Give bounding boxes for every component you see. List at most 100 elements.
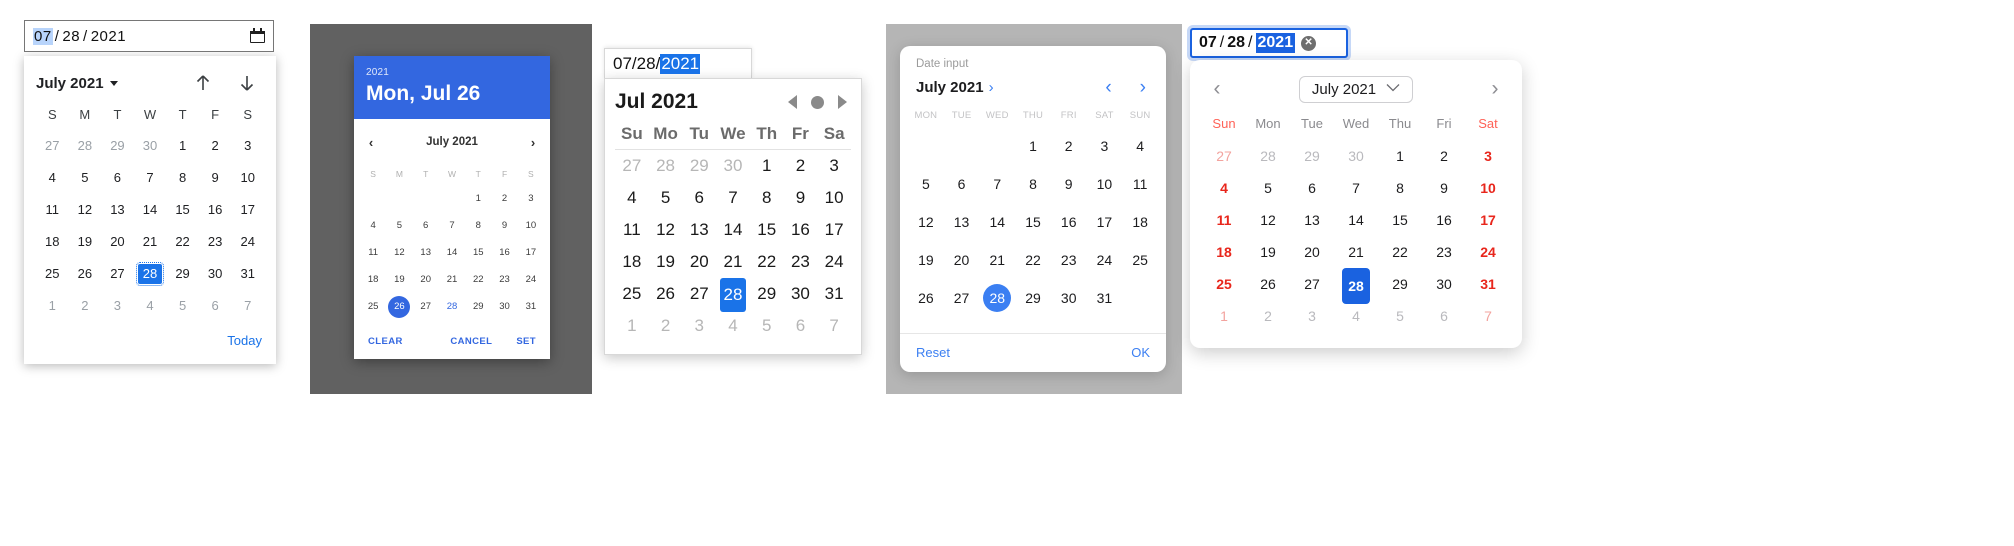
day-cell[interactable]: 6 (682, 182, 716, 214)
day-cell[interactable]: 30 (1051, 279, 1087, 317)
day-cell[interactable]: 15 (166, 194, 199, 226)
day-cell[interactable]: 7 (716, 182, 750, 214)
day-cell[interactable]: 7 (979, 165, 1015, 203)
day-cell[interactable]: 9 (491, 212, 517, 239)
day-cell[interactable]: 11 (1122, 165, 1158, 203)
day-cell[interactable]: 20 (101, 226, 134, 258)
day-cell[interactable]: 27 (36, 130, 69, 162)
day-cell[interactable]: 10 (1087, 165, 1123, 203)
day-cell[interactable]: 3 (518, 185, 544, 212)
day-cell[interactable]: 8 (1015, 165, 1051, 203)
day-cell[interactable]: 25 (1122, 241, 1158, 279)
arrow-down-icon[interactable] (236, 72, 258, 94)
day-cell[interactable]: 1 (36, 290, 69, 322)
day-cell[interactable]: 4 (1334, 300, 1378, 332)
day-cell-selected[interactable]: 28 (134, 258, 167, 290)
safari-date-input[interactable]: 07 / 28 / 2021 ✕ (1190, 28, 1348, 58)
day-cell[interactable]: 16 (1051, 203, 1087, 241)
day-cell[interactable]: 6 (1422, 300, 1466, 332)
ios-month-label[interactable]: July 2021 (916, 79, 984, 96)
day-cell[interactable]: 20 (413, 266, 439, 293)
day-cell[interactable]: 7 (817, 310, 851, 342)
chevron-right-icon[interactable]: › (526, 135, 540, 150)
day-cell[interactable]: 14 (439, 239, 465, 266)
day-cell[interactable]: 5 (69, 162, 102, 194)
day-cell[interactable]: 10 (518, 212, 544, 239)
safari-month-segment[interactable]: 07 (1199, 34, 1217, 52)
day-cell[interactable]: 29 (750, 278, 784, 310)
day-cell[interactable]: 4 (1122, 127, 1158, 165)
day-cell[interactable]: 23 (491, 266, 517, 293)
day-cell[interactable]: 22 (1378, 236, 1422, 268)
arrow-up-icon[interactable] (192, 72, 214, 94)
day-cell[interactable]: 29 (1015, 279, 1051, 317)
day-cell[interactable]: 31 (231, 258, 264, 290)
day-cell[interactable]: 27 (682, 278, 716, 310)
day-cell[interactable]: 7 (439, 212, 465, 239)
day-cell[interactable]: 17 (817, 214, 851, 246)
day-cell-selected[interactable]: 28 (716, 278, 750, 312)
day-cell[interactable]: 1 (166, 130, 199, 162)
day-cell[interactable]: 22 (750, 246, 784, 278)
next-month-button[interactable]: › (1140, 78, 1146, 97)
day-cell[interactable]: 24 (1087, 241, 1123, 279)
day-cell[interactable]: 12 (386, 239, 412, 266)
day-cell[interactable]: 23 (1422, 236, 1466, 268)
day-cell[interactable]: 11 (615, 214, 649, 246)
day-cell[interactable]: 2 (1422, 140, 1466, 172)
day-cell[interactable]: 30 (199, 258, 232, 290)
day-cell[interactable]: 5 (1378, 300, 1422, 332)
chevron-left-icon[interactable]: ‹ (364, 135, 378, 150)
day-cell[interactable]: 19 (649, 246, 683, 278)
day-cell[interactable]: 2 (1246, 300, 1290, 332)
day-cell[interactable]: 1 (1378, 140, 1422, 172)
chrome-month-label[interactable]: July 2021 (36, 75, 104, 92)
day-cell[interactable]: 12 (1246, 204, 1290, 236)
day-cell[interactable]: 10 (1466, 172, 1510, 204)
day-cell[interactable]: 6 (784, 310, 818, 342)
day-cell[interactable]: 19 (386, 266, 412, 293)
day-cell[interactable]: 2 (69, 290, 102, 322)
day-cell[interactable]: 23 (784, 246, 818, 278)
firefox-day-segment[interactable]: 28 (637, 54, 656, 74)
day-cell[interactable]: 23 (1051, 241, 1087, 279)
day-cell[interactable]: 17 (231, 194, 264, 226)
day-cell[interactable]: 17 (518, 239, 544, 266)
day-cell[interactable]: 7 (1466, 300, 1510, 332)
day-cell[interactable]: 28 (69, 130, 102, 162)
day-cell[interactable]: 16 (199, 194, 232, 226)
day-cell[interactable]: 29 (166, 258, 199, 290)
day-cell[interactable]: 18 (1202, 236, 1246, 268)
day-cell[interactable]: 5 (649, 182, 683, 214)
day-cell[interactable]: 3 (231, 130, 264, 162)
day-cell[interactable]: 31 (1466, 268, 1510, 300)
day-cell[interactable]: 7 (1334, 172, 1378, 204)
day-cell[interactable]: 1 (1202, 300, 1246, 332)
day-cell[interactable]: 20 (944, 241, 980, 279)
day-cell[interactable]: 30 (491, 293, 517, 320)
day-cell[interactable]: 27 (615, 150, 649, 182)
day-cell[interactable]: 1 (750, 150, 784, 182)
day-cell[interactable]: 14 (134, 194, 167, 226)
day-cell[interactable]: 30 (716, 150, 750, 182)
firefox-month-segment[interactable]: 07 (613, 54, 632, 74)
day-cell[interactable]: 6 (944, 165, 980, 203)
day-cell[interactable]: 16 (1422, 204, 1466, 236)
day-cell[interactable]: 2 (649, 310, 683, 342)
day-cell[interactable]: 12 (649, 214, 683, 246)
day-cell[interactable]: 5 (908, 165, 944, 203)
day-cell[interactable]: 4 (134, 290, 167, 322)
day-cell[interactable]: 25 (36, 258, 69, 290)
day-cell[interactable]: 5 (750, 310, 784, 342)
ok-button[interactable]: OK (1131, 345, 1150, 360)
day-cell[interactable]: 4 (36, 162, 69, 194)
today-dot-icon[interactable] (811, 95, 824, 109)
day-cell[interactable]: 11 (36, 194, 69, 226)
day-cell[interactable]: 29 (465, 293, 491, 320)
day-cell[interactable]: 3 (1466, 140, 1510, 172)
day-cell[interactable]: 29 (1378, 268, 1422, 300)
day-cell[interactable]: 16 (491, 239, 517, 266)
prev-month-button[interactable]: ‹ (1202, 77, 1232, 101)
day-cell[interactable]: 1 (465, 185, 491, 212)
day-cell[interactable]: 22 (166, 226, 199, 258)
